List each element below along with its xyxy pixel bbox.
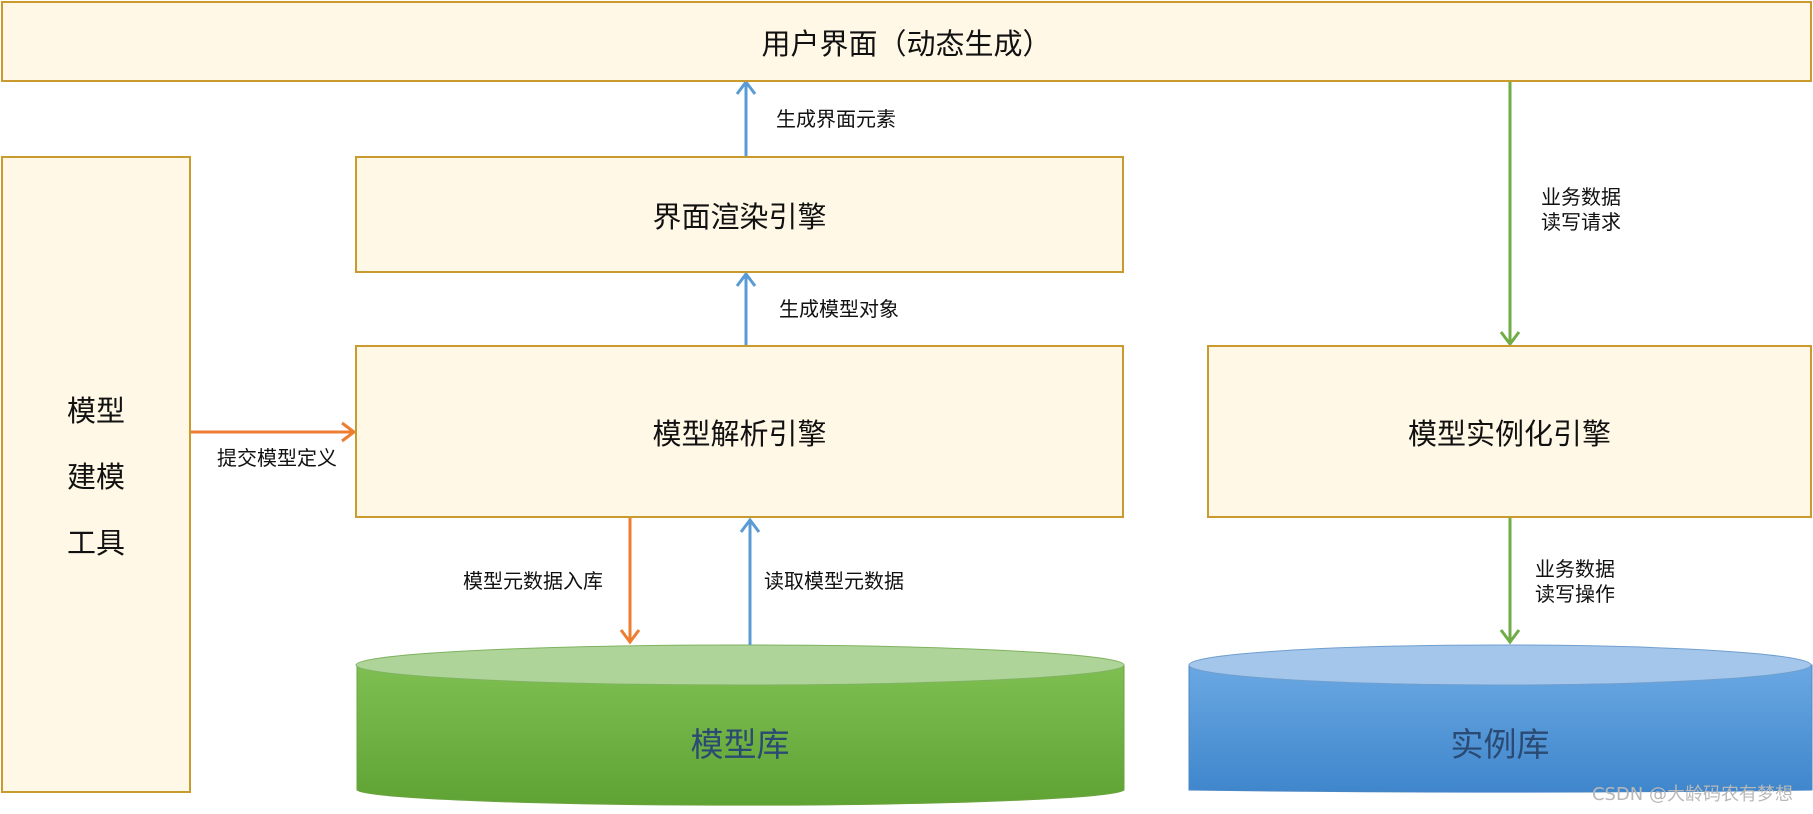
model-db-label: 模型库 — [690, 725, 790, 764]
arrow-submit-model-def — [191, 421, 357, 443]
arrow-biz-rw-request — [1499, 82, 1521, 347]
label-biz-rw-operation: 业务数据 读写操作 — [1535, 557, 1615, 607]
parse-engine-label: 模型解析引擎 — [652, 416, 827, 451]
label-submit-model-def: 提交模型定义 — [217, 446, 337, 470]
instance-engine-label: 模型实例化引擎 — [1407, 416, 1611, 451]
modeling-tool-label-line1: 模型 — [66, 393, 125, 428]
label-read-metadata: 读取模型元数据 — [764, 569, 904, 593]
label-biz-rw-request-line1: 业务数据 — [1541, 185, 1621, 209]
label-metadata-store: 模型元数据入库 — [463, 569, 603, 593]
arrow-gen-model-objects — [735, 271, 757, 345]
label-biz-rw-request: 业务数据 读写请求 — [1541, 185, 1621, 235]
label-gen-ui-elements: 生成界面元素 — [776, 107, 896, 131]
modeling-tool-box: 模型 建模 工具 — [1, 156, 191, 793]
arrow-gen-ui-elements — [735, 79, 757, 156]
parse-engine-box: 模型解析引擎 — [355, 345, 1124, 518]
arrow-read-metadata — [739, 517, 761, 645]
instance-db-label: 实例库 — [1450, 725, 1550, 764]
arrow-metadata-store — [619, 518, 641, 645]
arrow-biz-rw-operation — [1499, 518, 1521, 645]
modeling-tool-label-line2: 建模 — [66, 459, 125, 494]
watermark: CSDN @大龄码农有梦想 — [1591, 784, 1793, 805]
label-biz-rw-operation-line1: 业务数据 — [1535, 557, 1615, 581]
label-gen-model-objects: 生成模型对象 — [779, 297, 899, 321]
modeling-tool-label-line3: 工具 — [66, 525, 125, 560]
render-engine-box: 界面渲染引擎 — [355, 156, 1124, 273]
label-biz-rw-request-line2: 读写请求 — [1541, 210, 1621, 234]
ui-dynamic-label: 用户界面（动态生成） — [761, 26, 1052, 61]
ui-dynamic-box: 用户界面（动态生成） — [1, 1, 1812, 82]
render-engine-label: 界面渲染引擎 — [652, 199, 827, 234]
instance-engine-box: 模型实例化引擎 — [1207, 345, 1812, 518]
label-biz-rw-operation-line2: 读写操作 — [1535, 582, 1615, 606]
